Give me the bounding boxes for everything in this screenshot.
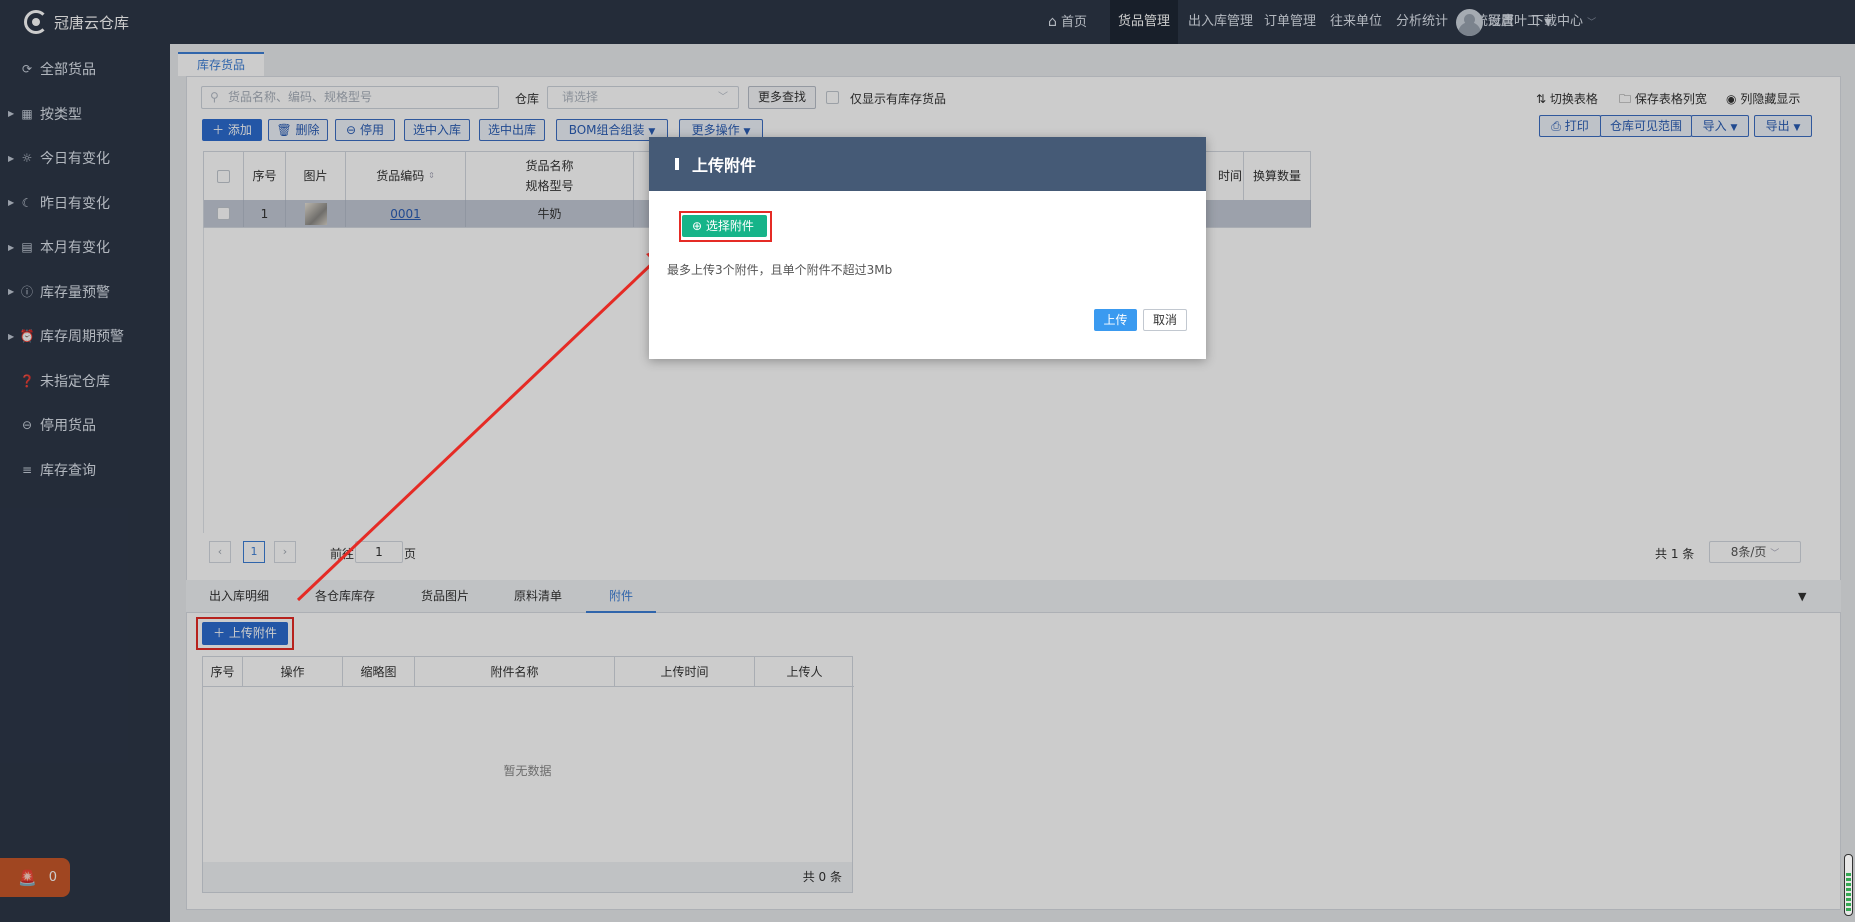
choose-attachment-label: 选择附件 bbox=[705, 219, 754, 233]
dialog-title: 上传附件 bbox=[692, 156, 757, 175]
upload-button[interactable]: 上传 bbox=[1094, 309, 1137, 331]
upload-attachment-dialog: 上传附件 ⊕ 选择附件 最多上传3个附件，且单个附件不超过3Mb 上传 取消 bbox=[649, 137, 1206, 359]
annotation-arrow-line bbox=[296, 256, 660, 602]
scroll-indicator[interactable] bbox=[1844, 854, 1853, 916]
title-bar-icon bbox=[675, 158, 679, 170]
upload-hint: 最多上传3个附件，且单个附件不超过3Mb bbox=[667, 263, 893, 277]
cancel-label: 取消 bbox=[1152, 313, 1177, 327]
upload-label: 上传 bbox=[1103, 313, 1128, 327]
plus-circle-icon: ⊕ bbox=[692, 219, 703, 233]
cancel-button[interactable]: 取消 bbox=[1143, 309, 1187, 331]
choose-attachment-button[interactable]: ⊕ 选择附件 bbox=[682, 215, 767, 237]
dialog-header: 上传附件 bbox=[649, 137, 1206, 191]
